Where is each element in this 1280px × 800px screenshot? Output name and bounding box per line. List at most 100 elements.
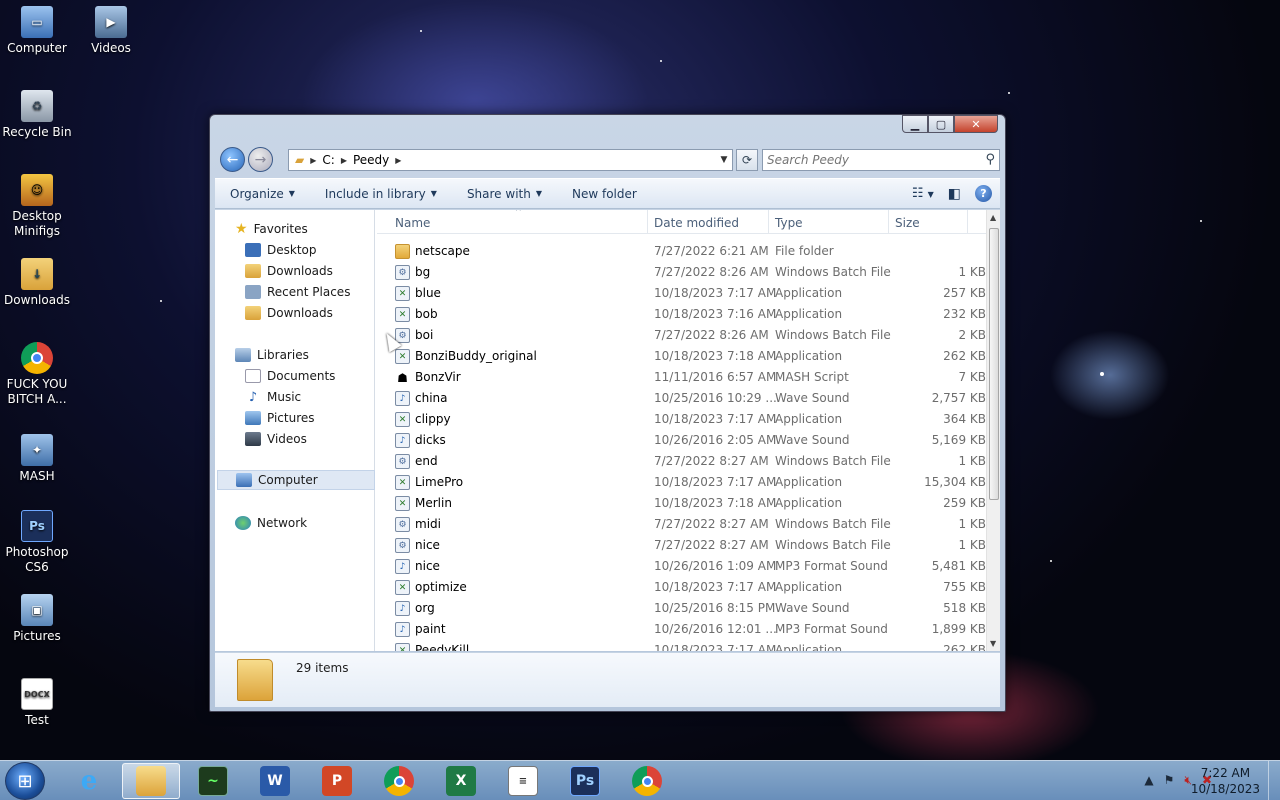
vertical-scrollbar[interactable]: ▲ ▼ [986,210,1000,651]
file-type: Windows Batch File [775,328,891,342]
nav-downloads[interactable]: Downloads [245,261,333,281]
file-row[interactable]: ⚙ end 7/27/2022 8:27 AM Windows Batch File 1… [377,451,986,472]
nav-pictures[interactable]: Pictures [245,408,315,428]
search-icon[interactable]: ⚲ [985,152,995,167]
desktop-icon-chrome-shortcut[interactable]: FUCK YOU BITCH A... [0,342,74,407]
desktop-icon-desktop-minifigs[interactable]: ☺ Desktop Minifigs [0,174,74,239]
nav-recent-places[interactable]: Recent Places [245,282,350,302]
file-row[interactable]: ⚙ nice 7/27/2022 8:27 AM Windows Batch File… [377,535,986,556]
file-date-modified: 10/18/2023 7:17 AM [654,286,777,300]
share-with-button[interactable]: Share with ▼ [452,179,557,208]
address-dropdown-icon[interactable]: ▼ [716,155,732,165]
preview-pane-icon[interactable]: ◧ [948,186,961,202]
taskbar-photoshop[interactable]: Ps [556,763,614,799]
clock[interactable]: 7:22 AM 10/18/2023 [1191,765,1260,797]
desktop-icon-pictures[interactable]: ▣ Pictures [0,594,74,644]
file-row[interactable]: ♪ paint 10/26/2016 12:01 ... MP3 Format Sou… [377,619,986,640]
nav-downloads-2[interactable]: Downloads [245,303,333,323]
maximize-button[interactable]: ▢ [928,115,954,133]
column-header-size[interactable]: Size [895,216,920,230]
desktop-icon-mash[interactable]: ✦ MASH [0,434,74,484]
file-row[interactable]: ✕ PeedyKill 10/18/2023 7:17 AM Application 2… [377,640,986,651]
close-button[interactable]: ✕ [954,115,998,133]
taskbar-excel[interactable]: X [432,763,490,799]
desktop-icon-photoshop[interactable]: Ps Photoshop CS6 [0,510,74,575]
taskbar-internet-explorer[interactable]: e [60,763,118,799]
nav-documents[interactable]: Documents [245,366,335,386]
file-row[interactable]: ✕ clippy 10/18/2023 7:17 AM Application 364 … [377,409,986,430]
taskbar-notepad[interactable]: ≡ [494,763,552,799]
taskbar-chrome-2[interactable] [618,763,676,799]
column-header-date-modified[interactable]: Date modified [654,216,739,230]
desktop-icon-videos[interactable]: ▶ Videos [74,6,148,56]
caption-buttons: ▁ ▢ ✕ [902,115,998,133]
organize-button[interactable]: Organize ▼ [215,179,310,208]
file-row[interactable]: ✕ BonziBuddy_original 10/18/2023 7:18 AM Ap… [377,346,986,367]
desktop-icon-test[interactable]: DOCX Test [0,678,74,728]
back-button[interactable]: ← [220,147,245,172]
scroll-down-arrow-icon[interactable]: ▼ [990,639,996,648]
column-separator[interactable] [768,210,769,234]
file-type: Application [775,580,843,594]
file-row[interactable]: ♪ dicks 10/26/2016 2:05 AM Wave Sound 5,169 … [377,430,986,451]
column-header-type[interactable]: Type [775,216,803,230]
column-separator[interactable] [647,210,648,234]
file-row[interactable]: ✕ bob 10/18/2023 7:16 AM Application 232 KB [377,304,986,325]
nav-network[interactable]: Network [235,513,307,533]
file-row[interactable]: ⚙ boi 7/27/2022 8:26 AM Windows Batch File 2… [377,325,986,346]
file-date-modified: 10/18/2023 7:17 AM [654,643,777,651]
show-desktop-button[interactable] [1268,761,1280,800]
search-input[interactable] [763,150,973,170]
file-row[interactable]: netscape 7/27/2022 6:21 AM File folder [377,241,986,262]
refresh-button[interactable]: ⟳ [736,149,758,171]
nav-computer[interactable]: Computer [217,470,375,490]
taskbar-powerpoint[interactable]: P [308,763,366,799]
file-name: bg [415,265,431,279]
file-row[interactable]: ♪ china 10/25/2016 10:29 ... Wave Sound 2,75… [377,388,986,409]
file-row[interactable]: ☗ BonzVir 11/11/2016 6:57 AM MASH Script 7 K… [377,367,986,388]
show-hidden-icons-icon[interactable]: ▲ [1144,773,1153,788]
view-options-icon[interactable]: ☷ ▼ [912,186,934,201]
nav-desktop[interactable]: Desktop [245,240,317,260]
file-row[interactable]: ✕ Merlin 10/18/2023 7:18 AM Application 259 … [377,493,986,514]
scrollbar-thumb[interactable] [989,228,999,500]
action-center-icon[interactable]: ⚑ [1164,773,1175,788]
minimize-button[interactable]: ▁ [902,115,928,133]
search-box[interactable]: ⚲ [762,149,1000,171]
file-row[interactable]: ⚙ midi 7/27/2022 8:27 AM Windows Batch File… [377,514,986,535]
nav-videos[interactable]: Videos [245,429,307,449]
desktop-icon-computer[interactable]: ▭ Computer [0,6,74,56]
address-bar[interactable]: ▰ ▶ C: ▶ Peedy ▶ ▼ [288,149,733,171]
column-separator[interactable] [967,210,968,234]
help-icon[interactable]: ? [975,185,992,202]
taskbar-file-explorer[interactable] [122,763,180,799]
breadcrumb-peedy[interactable]: Peedy [347,153,395,167]
scroll-up-arrow-icon[interactable]: ▲ [990,213,996,222]
nav-libraries[interactable]: Libraries [235,345,309,365]
file-row[interactable]: ♪ nice 10/26/2016 1:09 AM MP3 Format Sound 5… [377,556,986,577]
desktop-icon-downloads[interactable]: ↓ Downloads [0,258,74,308]
column-separator[interactable] [888,210,889,234]
taskbar-task-manager[interactable]: ~ [184,763,242,799]
taskbar-chrome[interactable] [370,763,428,799]
nav-favorites[interactable]: ★ Favorites [235,219,308,239]
task-manager-icon: ~ [198,766,228,796]
column-header-name[interactable]: Name [395,216,430,230]
file-date-modified: 7/27/2022 8:26 AM [654,265,769,279]
desktop-icon-recycle-bin[interactable]: ♻ Recycle Bin [0,90,74,140]
start-button[interactable]: ⊞ [5,762,45,800]
file-row[interactable]: ♪ org 10/25/2016 8:15 PM Wave Sound 518 KB [377,598,986,619]
file-row[interactable]: ⚙ bg 7/27/2022 8:26 AM Windows Batch File 1 … [377,262,986,283]
include-in-library-button[interactable]: Include in library ▼ [310,179,452,208]
forward-button[interactable]: → [248,147,273,172]
batch-file-icon: ⚙ [395,454,410,469]
nav-music[interactable]: ♪ Music [245,387,301,407]
breadcrumb-c-drive[interactable]: C: [316,153,340,167]
taskbar-word[interactable]: W [246,763,304,799]
new-folder-button[interactable]: New folder [557,179,652,208]
breadcrumb-arrow-icon[interactable]: ▶ [395,156,401,165]
file-row[interactable]: ✕ LimePro 10/18/2023 7:17 AM Application 15,… [377,472,986,493]
file-row[interactable]: ✕ optimize 10/18/2023 7:17 AM Application 75… [377,577,986,598]
file-type: Application [775,496,843,510]
file-row[interactable]: ✕ blue 10/18/2023 7:17 AM Application 257 KB [377,283,986,304]
